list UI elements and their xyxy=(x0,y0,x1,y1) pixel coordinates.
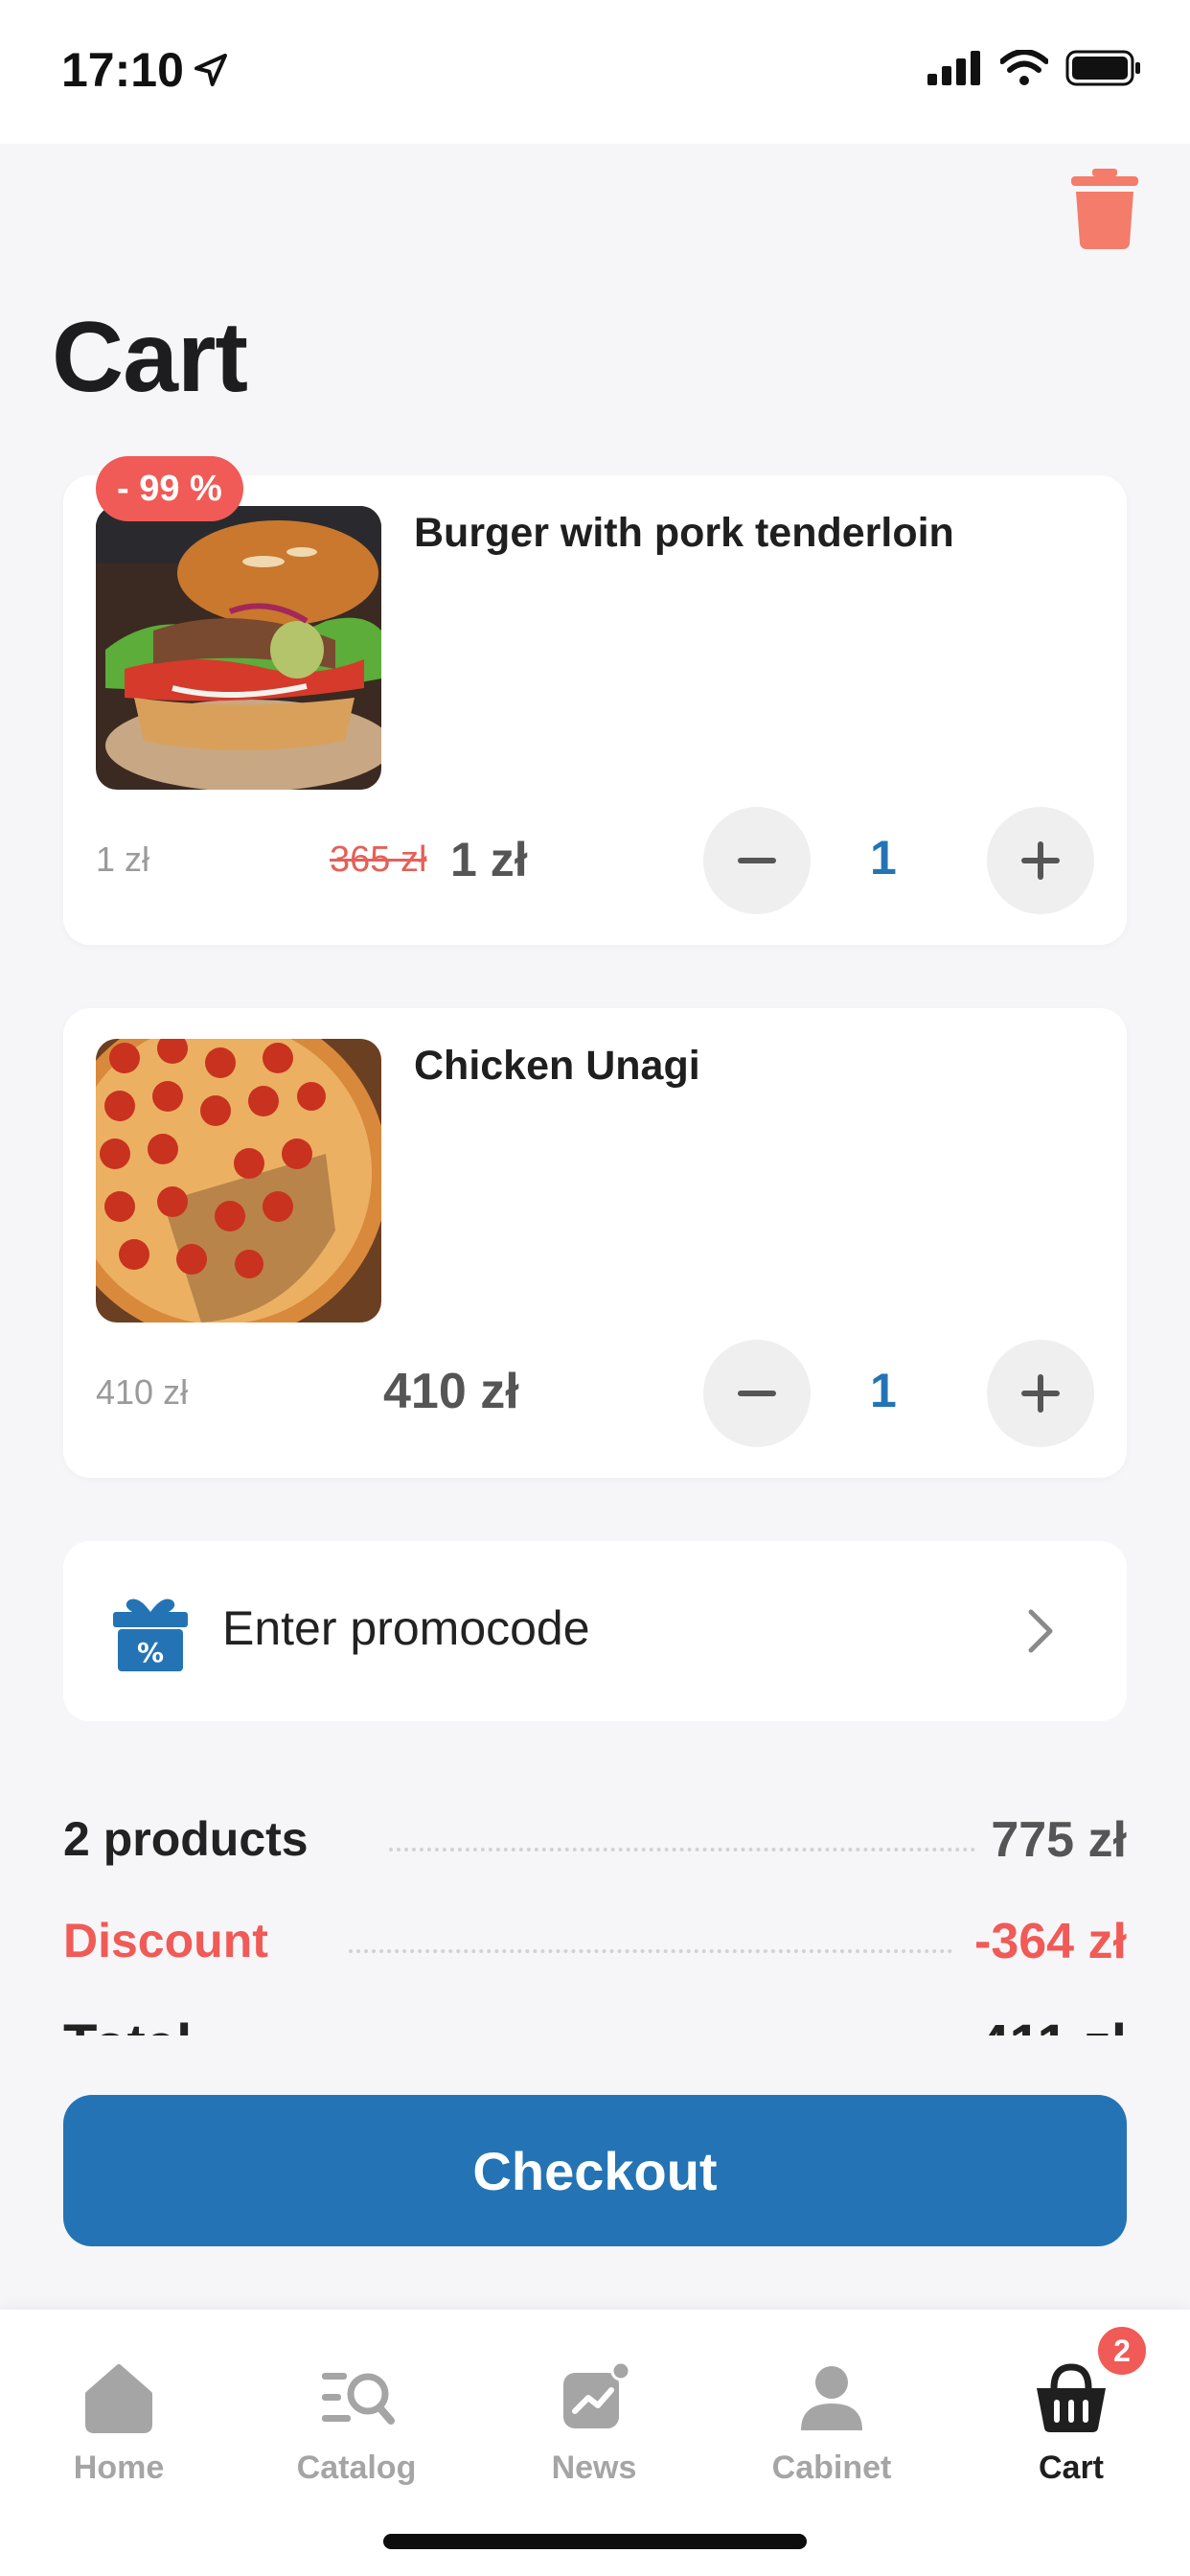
status-time: 17:10 xyxy=(61,42,230,98)
plus-icon xyxy=(1021,1374,1060,1413)
item-price: 1 zł xyxy=(450,833,528,886)
minus-icon xyxy=(738,1391,776,1396)
news-chart-icon xyxy=(563,2361,631,2428)
catalog-search-icon xyxy=(322,2373,395,2425)
product-name: Burger with pork tenderloin xyxy=(414,510,954,556)
unit-price: 410 zł xyxy=(96,1372,189,1412)
cart-item-card: Chicken Unagi 410 zł 410 zł 1 xyxy=(63,1008,1127,1478)
pizza-image xyxy=(96,1039,381,1322)
tab-news[interactable]: News xyxy=(475,2338,713,2492)
products-count-label: 2 products xyxy=(63,1812,309,1866)
tab-home[interactable]: Home xyxy=(0,2338,238,2492)
battery-icon xyxy=(1065,50,1140,86)
tab-label: Catalog xyxy=(296,2450,417,2486)
svg-text:%: % xyxy=(137,1637,164,1668)
chevron-right-icon xyxy=(1028,1609,1053,1653)
trash-icon xyxy=(1071,169,1138,249)
tab-catalog[interactable]: Catalog xyxy=(238,2338,475,2492)
gift-percent-icon: % xyxy=(113,1598,188,1671)
cart-count-badge: 2 xyxy=(1094,2323,1150,2379)
tab-label: News xyxy=(551,2450,637,2486)
summary-discount-row: Discount -364 zł xyxy=(63,1905,1127,1982)
total-value: 411 zł xyxy=(978,2012,1127,2036)
old-price: 365 zł xyxy=(330,840,427,880)
tab-label: Cart xyxy=(1038,2450,1105,2486)
page-title: Cart xyxy=(52,302,248,413)
discount-label: Discount xyxy=(63,1914,268,1967)
plus-icon xyxy=(1021,841,1060,880)
cart-item-card: Burger with pork tenderloin 1 zł 365 zł … xyxy=(63,475,1127,945)
quantity-value: 1 xyxy=(870,1364,897,1417)
increase-quantity-button[interactable] xyxy=(987,807,1094,914)
status-icons xyxy=(927,50,1142,86)
home-indicator[interactable] xyxy=(383,2534,807,2549)
location-arrow-icon xyxy=(194,54,227,86)
decrease-quantity-button[interactable] xyxy=(703,807,811,914)
checkout-button[interactable]: Checkout xyxy=(63,2095,1127,2246)
summary-total-row: Total 411 zł xyxy=(63,2007,1127,2036)
summary-products-row: 2 products 775 zł xyxy=(63,1804,1127,1880)
products-total-value: 775 zł xyxy=(991,1812,1127,1868)
item-price: 410 zł xyxy=(383,1364,519,1419)
tab-cart[interactable]: Cart xyxy=(952,2338,1190,2492)
minus-icon xyxy=(738,858,776,863)
discount-badge: - 99 % xyxy=(96,456,243,521)
user-icon xyxy=(801,2366,862,2430)
status-bar: 17:10 xyxy=(0,0,1190,144)
tab-label: Home xyxy=(73,2450,165,2486)
promocode-label: Enter promocode xyxy=(222,1601,590,1655)
promocode-row[interactable]: % Enter promocode xyxy=(63,1541,1127,1721)
unit-price: 1 zł xyxy=(96,840,150,879)
status-time-text: 17:10 xyxy=(61,43,184,97)
clear-cart-button[interactable] xyxy=(1071,169,1138,249)
discount-value: -364 zł xyxy=(974,1914,1127,1969)
dotted-leader xyxy=(389,1848,975,1852)
quantity-value: 1 xyxy=(870,831,897,885)
burger-image xyxy=(96,506,381,790)
total-label: Total xyxy=(63,2012,192,2036)
home-icon xyxy=(85,2364,152,2433)
product-name: Chicken Unagi xyxy=(414,1043,700,1089)
basket-icon xyxy=(1037,2363,1106,2432)
cellular-signal-icon xyxy=(927,51,980,85)
wifi-icon xyxy=(1000,50,1048,85)
decrease-quantity-button[interactable] xyxy=(703,1340,811,1447)
increase-quantity-button[interactable] xyxy=(987,1340,1094,1447)
dotted-leader xyxy=(349,1949,952,1953)
tab-label: Cabinet xyxy=(771,2450,892,2486)
tab-cabinet[interactable]: Cabinet xyxy=(713,2338,950,2492)
